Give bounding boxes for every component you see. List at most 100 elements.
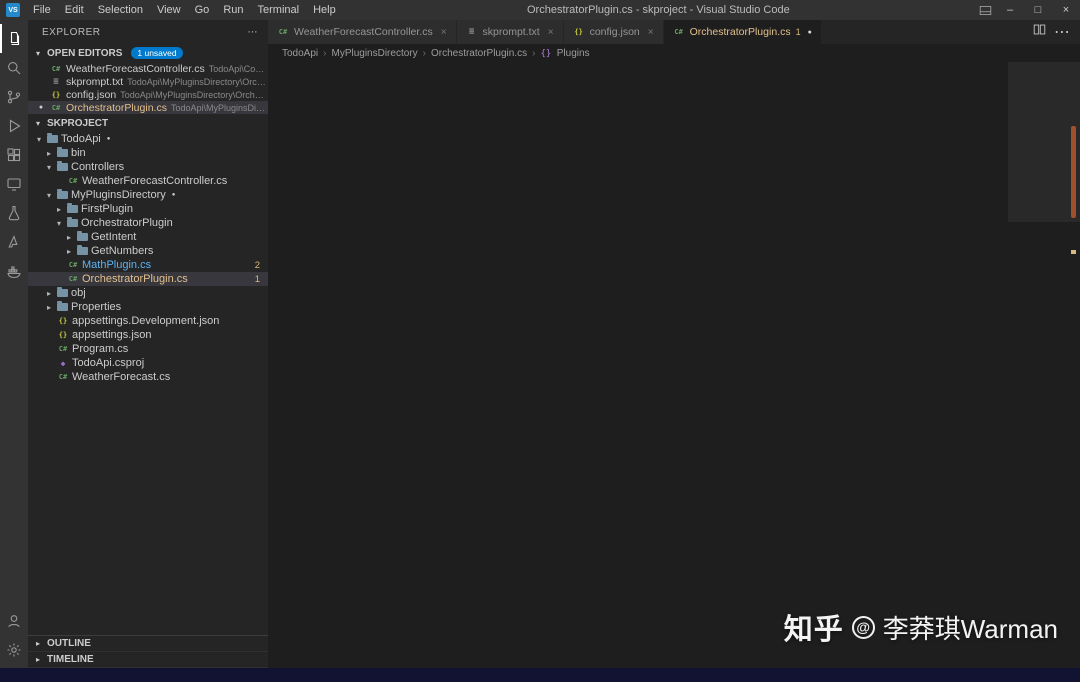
menu-run[interactable]: Run (216, 2, 250, 18)
tree-folder-todoapi[interactable]: ▾ TodoApi ● (28, 132, 268, 146)
tree-folder-properties[interactable]: ▸ Properties (28, 300, 268, 314)
activity-extensions-icon[interactable] (0, 140, 28, 169)
txt-file-icon: ≡ (53, 76, 59, 87)
open-editors-list: C# WeatherForecastController.cs TodoApi\Co… (28, 62, 268, 114)
chevron-down-icon: ▾ (46, 190, 51, 200)
project-section-header[interactable]: ▾ SKPROJECT (28, 114, 268, 132)
modified-dot-icon: ● (807, 28, 812, 36)
open-editor-path: TodoApi\Controllers (208, 63, 268, 74)
main-area: EXPLORER ⋯ ▾ OPEN EDITORS 1 unsaved C# We… (0, 20, 1080, 668)
tab-config-json[interactable]: {} config.json × (563, 20, 664, 44)
close-button[interactable]: × (1052, 0, 1080, 20)
menu-view[interactable]: View (150, 2, 188, 18)
menu-file[interactable]: File (26, 2, 58, 18)
outline-section-header[interactable]: ▸ OUTLINE (28, 636, 268, 652)
tree-item-label: MathPlugin.cs (82, 259, 152, 271)
timeline-title: TIMELINE (47, 654, 94, 665)
tree-file-appsettings-json[interactable]: {} appsettings.json (28, 328, 268, 342)
activity-remote-explorer-icon[interactable] (0, 169, 28, 198)
cs-file-icon: C# (51, 103, 61, 112)
close-icon[interactable]: × (441, 27, 447, 38)
activity-testing-icon[interactable] (0, 198, 28, 227)
tree-item-label: WeatherForecast.cs (72, 371, 171, 383)
more-actions-icon[interactable]: ⋯ (248, 27, 259, 38)
folder-icon (57, 287, 68, 297)
split-editor-icon[interactable] (1033, 23, 1046, 41)
activity-bar (0, 20, 28, 668)
chevron-down-icon: ▾ (56, 218, 61, 228)
toggle-panel-icon[interactable] (974, 0, 996, 20)
open-editor-config-json[interactable]: {} config.json TodoApi\MyPluginsDirectory\… (28, 88, 268, 101)
tree-file-orchestratorplugin-cs[interactable]: C# OrchestratorPlugin.cs 1 (28, 272, 268, 286)
tree-item-label: GetIntent (91, 231, 137, 243)
menu-help[interactable]: Help (306, 2, 343, 18)
chevron-right-icon: ▸ (66, 232, 71, 242)
json-file-icon: {} (58, 331, 68, 339)
timeline-section-header[interactable]: ▸ TIMELINE (28, 652, 268, 668)
tree-folder-mypluginsdirectory[interactable]: ▾ MyPluginsDirectory ● (28, 188, 268, 202)
modified-dot-icon: ● (106, 136, 111, 142)
json-file-icon: {} (574, 28, 583, 36)
open-editors-header[interactable]: ▾ OPEN EDITORS 1 unsaved (28, 44, 268, 62)
activity-bar-top (0, 24, 28, 285)
open-editor-skprompt-txt[interactable]: ≡ skprompt.txt TodoApi\MyPluginsDirectory\… (28, 75, 268, 88)
tab-bar: C# WeatherForecastController.cs × ≡ skprompt… (268, 20, 1080, 44)
tab-weatherforecastcontroller-cs[interactable]: C# WeatherForecastController.cs × (268, 20, 457, 44)
close-icon[interactable]: × (548, 27, 554, 38)
menu-go[interactable]: Go (188, 2, 217, 18)
code-editor[interactable] (268, 62, 1080, 668)
tree-file-weatherforecastcontroller-cs[interactable]: C# WeatherForecastController.cs (28, 174, 268, 188)
activity-source-control-icon[interactable] (0, 82, 28, 111)
tree-folder-getnumbers[interactable]: ▸ GetNumbers (28, 244, 268, 258)
tree-item-label: obj (71, 287, 86, 299)
breadcrumb-mypluginsdirectory[interactable]: MyPluginsDirectory (331, 48, 417, 59)
activity-run-and-debug-icon[interactable] (0, 111, 28, 140)
open-editor-label: WeatherForecastController.cs (66, 62, 205, 75)
tree-file-appsettings-development-json[interactable]: {} appsettings.Development.json (28, 314, 268, 328)
breadcrumb-orchestratorplugin-cs[interactable]: OrchestratorPlugin.cs (431, 48, 527, 59)
watermark-brand: 知乎 (783, 614, 844, 646)
activity-explorer-icon[interactable] (0, 24, 28, 53)
editor-area: C# WeatherForecastController.cs × ≡ skprompt… (268, 20, 1080, 668)
activity-settings-icon[interactable] (0, 635, 28, 664)
open-editor-path: TodoApi\MyPluginsDirectory\Orchestrator.… (120, 89, 268, 100)
chevron-down-icon: ▾ (35, 48, 40, 58)
tab-skprompt-txt[interactable]: ≡ skprompt.txt × (456, 20, 564, 44)
tree-file-program-cs[interactable]: C# Program.cs (28, 342, 268, 356)
menu-selection[interactable]: Selection (91, 2, 150, 18)
menu-terminal[interactable]: Terminal (251, 2, 307, 18)
tree-folder-firstplugin[interactable]: ▸ FirstPlugin (28, 202, 268, 216)
menu-edit[interactable]: Edit (58, 2, 91, 18)
maximize-button[interactable]: □ (1024, 0, 1052, 20)
minimap[interactable] (1008, 62, 1066, 668)
tree-folder-controllers[interactable]: ▾ Controllers (28, 160, 268, 174)
activity-accounts-icon[interactable] (0, 606, 28, 635)
open-editor-label: config.json (66, 88, 117, 101)
tree-file-todoapi-csproj[interactable]: ◆ TodoApi.csproj (28, 356, 268, 370)
close-icon[interactable]: × (648, 27, 654, 38)
minimize-button[interactable]: – (996, 0, 1024, 20)
activity-docker-icon[interactable] (0, 256, 28, 285)
overview-warning-mark (1071, 250, 1076, 254)
folder-icon (57, 189, 68, 199)
tree-item-label: OrchestratorPlugin.cs (82, 273, 188, 285)
more-actions-icon[interactable]: ⋯ (1054, 22, 1070, 42)
breadcrumb-separator-icon: › (532, 47, 536, 59)
tree-folder-orchestratorplugin[interactable]: ▾ OrchestratorPlugin (28, 216, 268, 230)
tree-folder-bin[interactable]: ▸ bin (28, 146, 268, 160)
tab-orchestratorplugin-cs[interactable]: C# OrchestratorPlugin.cs 1 ● (663, 20, 822, 44)
tree-folder-getintent[interactable]: ▸ GetIntent (28, 230, 268, 244)
activity-search-icon[interactable] (0, 53, 28, 82)
breadcrumb-todoapi[interactable]: TodoApi (282, 48, 318, 59)
tree-file-mathplugin-cs[interactable]: C# MathPlugin.cs 2 (28, 258, 268, 272)
open-editor-orchestratorplugin-cs[interactable]: ● C# OrchestratorPlugin.cs TodoApi\MyPlugin… (28, 101, 268, 114)
scrollbar[interactable] (1066, 62, 1080, 668)
activity-azure-icon[interactable] (0, 227, 28, 256)
tree-folder-obj[interactable]: ▸ obj (28, 286, 268, 300)
cs-file-icon: C# (68, 275, 78, 283)
open-editor-weatherforecastcontroller-cs[interactable]: C# WeatherForecastController.cs TodoApi\Co… (28, 62, 268, 75)
chevron-down-icon: ▾ (36, 134, 41, 144)
breadcrumb-plugins[interactable]: {} Plugins (540, 48, 589, 59)
csproj-file-icon: ◆ (60, 358, 66, 368)
tree-file-weatherforecast-cs[interactable]: C# WeatherForecast.cs (28, 370, 268, 384)
